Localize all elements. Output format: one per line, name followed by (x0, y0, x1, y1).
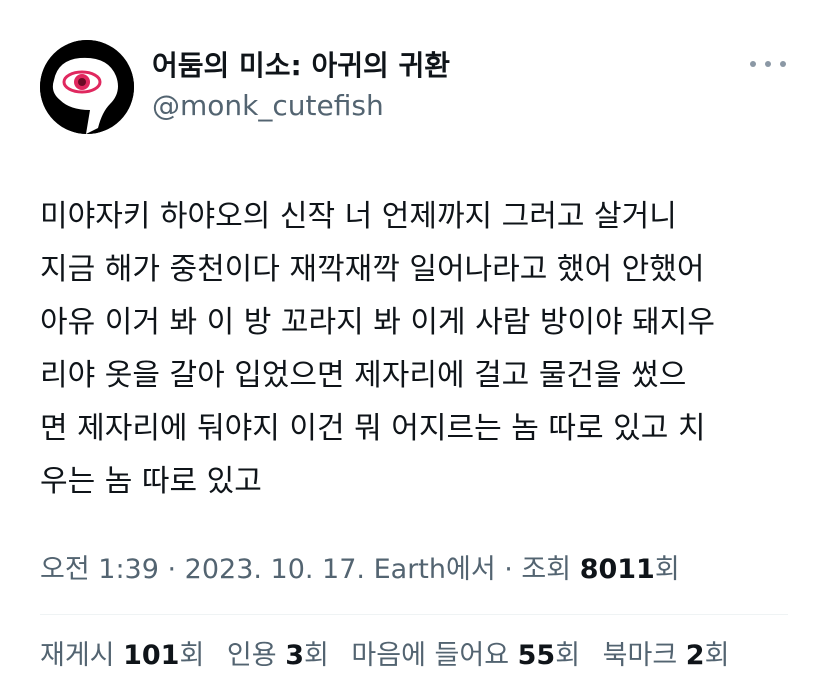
quotes-suffix: 회 (303, 640, 329, 671)
bookmarks-stat[interactable]: 북마크 2회 (603, 640, 730, 671)
retweets-suffix: 회 (179, 640, 205, 671)
views-label: 조회 (521, 554, 580, 585)
quotes-label: 인용 (226, 640, 286, 671)
display-name[interactable]: 어둠의 미소: 아귀의 귀환 (152, 48, 450, 84)
likes-label: 마음에 들어요 (351, 640, 518, 671)
bookmarks-label: 북마크 (602, 640, 686, 671)
tweet-meta: 오전 1:39 · 2023. 10. 17. Earth에서 · 조회 801… (40, 552, 800, 588)
likes-count: 55 (517, 640, 556, 671)
retweets-label: 재게시 (40, 640, 124, 671)
views-count: 8011 (579, 554, 655, 585)
views-suffix: 회 (654, 554, 680, 585)
likes-suffix: 회 (555, 640, 581, 671)
separator: · (495, 554, 522, 585)
tweet-line: 리야 옷을 갈아 입었으면 제자리에 걸고 물건을 썼으 (40, 358, 687, 393)
separator: · (158, 554, 185, 585)
quotes-stat[interactable]: 인용 3회 (227, 640, 329, 671)
tweet-line: 지금 해가 중천이다 재깍재깍 일어나라고 했어 안했어 (40, 252, 705, 287)
engagement-stats: 재게시 101회 인용 3회 마음에 들어요 55회 북마크 2회 (40, 638, 800, 674)
dot (750, 61, 756, 67)
user-handle[interactable]: @monk_cutefish (152, 88, 450, 124)
tweet-line: 면 제자리에 둬야지 이건 뭐 어지르는 놈 따로 있고 치 (40, 411, 706, 446)
divider (40, 614, 788, 615)
bookmarks-count: 2 (685, 640, 705, 671)
dot (780, 61, 786, 67)
tweet-line: 우는 놈 따로 있고 (40, 464, 262, 499)
tweet-line: 미야자키 하야오의 신작 너 언제까지 그러고 살거니 (40, 199, 677, 234)
retweets-count: 101 (123, 640, 180, 671)
author-names: 어둠의 미소: 아귀의 귀환 @monk_cutefish (152, 48, 450, 124)
dot (765, 61, 771, 67)
tweet-text: 미야자키 하야오의 신작 너 언제까지 그러고 살거니 지금 해가 중천이다 재… (40, 190, 800, 508)
tweet-date[interactable]: 2023. 10. 17. (185, 554, 365, 585)
more-dots-icon[interactable] (750, 52, 786, 76)
tweet-header: 어둠의 미소: 아귀의 귀환 @monk_cutefish (40, 40, 800, 136)
tweet-line: 아유 이거 봐 이 방 꼬라지 봐 이게 사람 방이야 돼지우 (40, 305, 715, 340)
avatar[interactable] (40, 40, 134, 134)
likes-stat[interactable]: 마음에 들어요 55회 (351, 640, 580, 671)
quotes-count: 3 (285, 640, 304, 671)
retweets-stat[interactable]: 재게시 101회 (40, 640, 204, 671)
eye-icon (40, 40, 134, 134)
bookmarks-suffix: 회 (704, 640, 730, 671)
tweet-source: Earth에서 (365, 554, 496, 585)
tweet-time[interactable]: 오전 1:39 (40, 554, 159, 585)
